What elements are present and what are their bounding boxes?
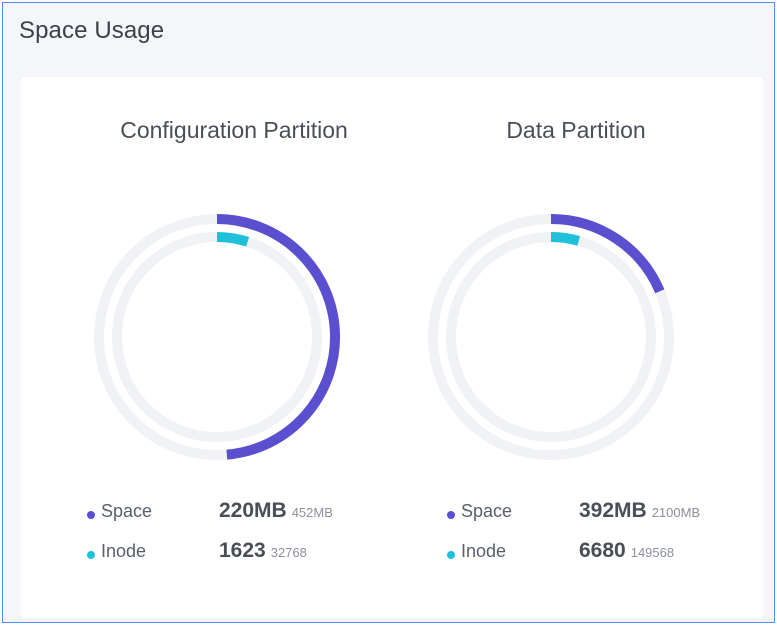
inode-used-value: 6680 149568 bbox=[579, 539, 674, 563]
space-used: 220MB bbox=[219, 499, 287, 522]
inode-arc bbox=[216, 232, 250, 247]
data-partition-gauge bbox=[428, 214, 674, 460]
inode-used: 1623 bbox=[219, 539, 266, 562]
space-usage-panel: Space Usage Configuration Partition Spac… bbox=[2, 2, 775, 623]
partition-title: Data Partition bbox=[506, 117, 646, 143]
space-total: 452MB bbox=[291, 505, 333, 520]
space-dot-icon bbox=[447, 511, 455, 519]
data-partition: Data Partition Space 392MB 2100MB Inode 6… bbox=[421, 77, 751, 619]
inode-total: 149568 bbox=[630, 545, 675, 560]
inode-dot-icon bbox=[447, 551, 455, 559]
inode-used: 6680 bbox=[579, 539, 626, 562]
legend-row-inode: Inode 1623 32768 bbox=[87, 539, 397, 573]
configuration-partition-gauge bbox=[94, 214, 340, 460]
space-total: 2100MB bbox=[651, 505, 701, 520]
space-used: 392MB bbox=[579, 499, 647, 522]
space-used-value: 220MB 452MB bbox=[219, 499, 333, 523]
inode-total: 32768 bbox=[270, 545, 307, 560]
space-used-value: 392MB 2100MB bbox=[579, 499, 700, 523]
legend-row-space: Space 220MB 452MB bbox=[87, 499, 397, 533]
legend-label-inode: Inode bbox=[101, 541, 147, 561]
inode-arc bbox=[550, 232, 581, 246]
legend-label-space: Space bbox=[101, 501, 153, 521]
space-usage-card: Configuration Partition Space 220MB 452MB… bbox=[21, 77, 763, 619]
legend-label-space: Space bbox=[461, 501, 513, 521]
inode-track bbox=[112, 232, 322, 442]
configuration-partition: Configuration Partition Space 220MB 452MB… bbox=[61, 77, 391, 619]
legend-row-inode: Inode 6680 149568 bbox=[447, 539, 757, 573]
inode-used-value: 1623 32768 bbox=[219, 539, 307, 563]
inode-dot-icon bbox=[87, 551, 95, 559]
inode-track bbox=[446, 232, 656, 442]
space-dot-icon bbox=[87, 511, 95, 519]
panel-title: Space Usage bbox=[19, 17, 165, 44]
legend-label-inode: Inode bbox=[461, 541, 507, 561]
legend-row-space: Space 392MB 2100MB bbox=[447, 499, 757, 533]
partition-title: Configuration Partition bbox=[120, 117, 348, 143]
